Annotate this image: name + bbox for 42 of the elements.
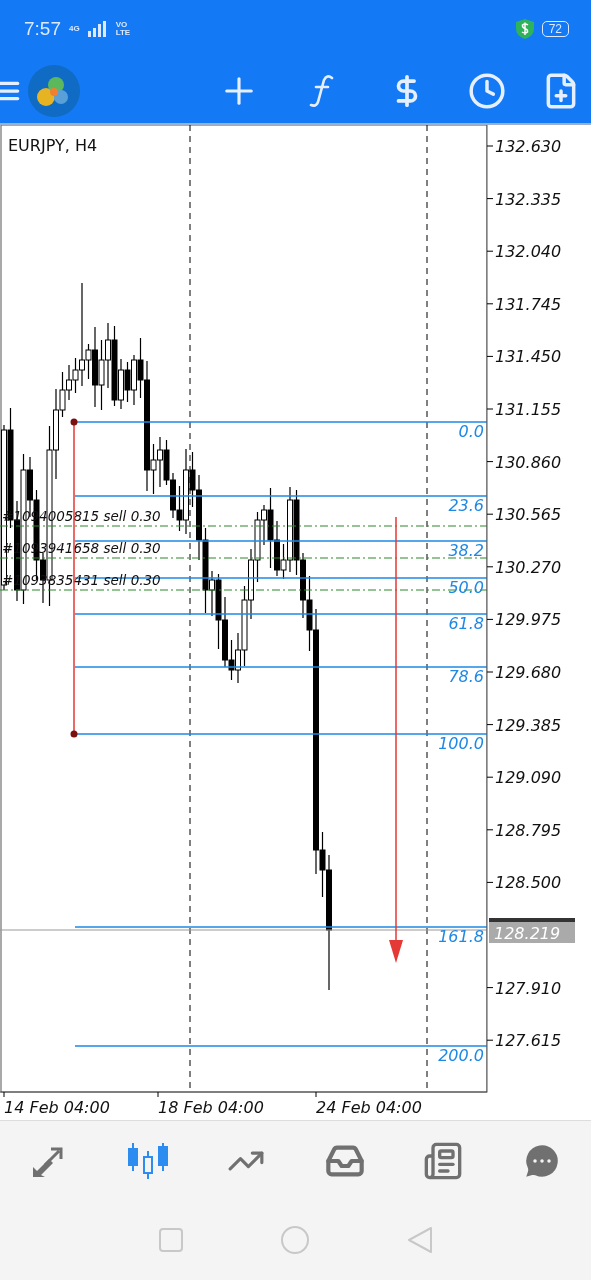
price-tick: 128.500 <box>495 873 562 893</box>
clock-time: 7:57 <box>24 18 61 40</box>
app-logo[interactable] <box>28 64 80 117</box>
candlesticks-icon <box>126 1140 169 1181</box>
newspaper-icon <box>423 1140 464 1181</box>
fibonacci-level: 23.6 <box>448 496 484 515</box>
price-tick: 129.975 <box>495 610 562 630</box>
price-tick: 131.450 <box>495 347 562 367</box>
fibonacci-level: 38.2 <box>448 541 484 560</box>
fibonacci-level: 100.0 <box>438 734 484 753</box>
fibonacci-level: 0.0 <box>458 422 484 441</box>
price-tick: 130.270 <box>495 557 562 577</box>
shield-dollar-icon <box>515 19 534 39</box>
fibonacci-level: 50.0 <box>448 578 484 597</box>
price-tick: 129.680 <box>495 663 562 682</box>
time-label: 14 Feb 04:00 <box>4 1098 110 1117</box>
fibonacci-level: 200.0 <box>438 1046 484 1065</box>
volte-label: VO <box>115 21 129 29</box>
symbol-label: EURJPY, H4 <box>8 136 98 155</box>
fibonacci-level: 61.8 <box>448 614 484 633</box>
price-tick: 130.860 <box>495 452 562 472</box>
time-label: 18 Feb 04:00 <box>158 1098 264 1117</box>
price-tick: 128.795 <box>495 820 562 840</box>
price-tick: 129.090 <box>495 768 562 788</box>
price-tick: 131.745 <box>495 294 562 314</box>
clock-icon <box>468 71 506 110</box>
volte-label: LTE <box>115 29 131 37</box>
battery-level: 72 <box>541 21 569 37</box>
price-tick: 132.630 <box>495 137 562 156</box>
fibonacci-level: 161.8 <box>438 927 484 946</box>
fibonacci-level: 78.6 <box>448 667 484 686</box>
price-tick: 131.155 <box>495 400 562 419</box>
price-tick: 129.385 <box>495 715 562 735</box>
price-tick: 130.565 <box>495 505 562 525</box>
time-label: 24 Feb 04:00 <box>316 1098 422 1117</box>
current-price-tag: 128.219 <box>489 922 575 943</box>
network-type: 4G <box>69 25 80 33</box>
price-tick: 132.335 <box>495 189 562 209</box>
signal-icon <box>87 21 108 37</box>
price-tick: 127.910 <box>495 978 562 998</box>
price-tick: 132.040 <box>495 242 562 262</box>
price-tick: 127.615 <box>495 1031 562 1051</box>
